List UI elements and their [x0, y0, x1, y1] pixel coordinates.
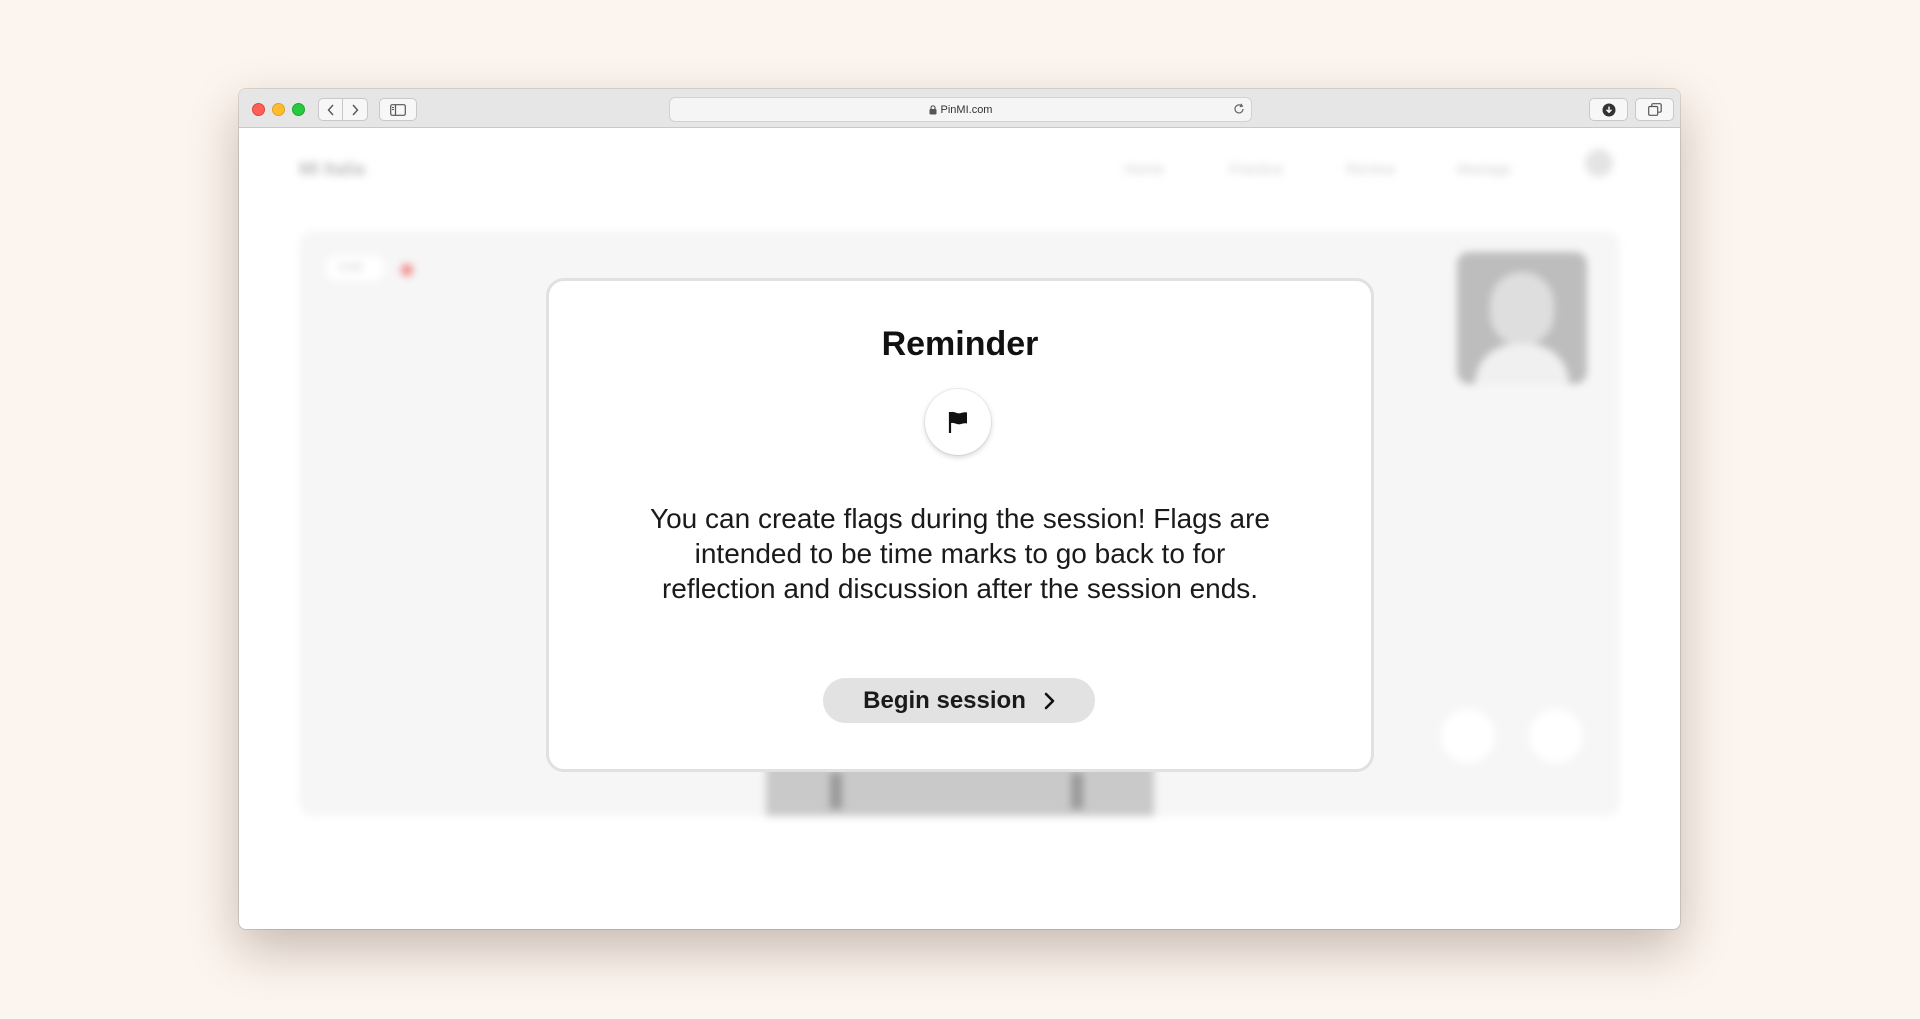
user-avatar — [1585, 149, 1613, 177]
stand-leg — [1071, 773, 1083, 809]
nav-item-home: Home — [1124, 161, 1165, 178]
downloads-button[interactable] — [1589, 98, 1628, 121]
forward-button[interactable] — [343, 98, 368, 121]
tabs-icon — [1647, 103, 1662, 116]
sidebar-toggle-button[interactable] — [379, 98, 417, 121]
more-control-button — [1529, 709, 1583, 763]
chevron-right-icon — [352, 104, 359, 115]
begin-session-label: Begin session — [863, 686, 1026, 714]
download-icon — [1602, 103, 1615, 116]
portrait-face — [1490, 272, 1554, 346]
back-button[interactable] — [318, 98, 343, 121]
stand-leg — [830, 773, 842, 809]
recording-dot — [401, 264, 413, 276]
close-window-button[interactable] — [252, 103, 265, 116]
address-bar[interactable]: PinMI.com — [669, 97, 1252, 122]
flag-badge — [925, 389, 991, 455]
client-portrait — [1457, 252, 1587, 384]
nav-item-manage: Manage — [1457, 161, 1512, 178]
url-text: PinMI.com — [940, 103, 993, 116]
chevron-right-icon — [1044, 692, 1055, 710]
portrait-body — [1475, 344, 1569, 384]
zoom-window-button[interactable] — [292, 103, 305, 116]
nav-item-practice: Practice — [1229, 161, 1284, 178]
reminder-modal: Reminder You can create flags during the… — [546, 278, 1374, 772]
begin-session-button[interactable]: Begin session — [823, 678, 1095, 723]
site-logo: MI Italia — [299, 159, 366, 179]
flag-control-button — [1441, 709, 1495, 763]
browser-toolbar: PinMI.com — [239, 89, 1680, 128]
nav-item-review: Review — [1346, 161, 1396, 178]
chevron-left-icon — [327, 104, 334, 115]
timer-text: 0:00 — [339, 260, 363, 274]
tab-overview-button[interactable] — [1635, 98, 1674, 121]
lock-icon — [929, 104, 937, 114]
modal-title: Reminder — [881, 325, 1039, 363]
reload-icon[interactable] — [1233, 103, 1245, 115]
sidebar-icon — [390, 103, 406, 116]
timer-pill: 0:00 — [325, 255, 385, 281]
flag-icon — [948, 411, 967, 433]
browser-window: PinMI.com MI Italia Home Practice Review… — [239, 89, 1680, 929]
modal-message: You can create flags during the session!… — [649, 503, 1270, 604]
minimize-window-button[interactable] — [272, 103, 285, 116]
